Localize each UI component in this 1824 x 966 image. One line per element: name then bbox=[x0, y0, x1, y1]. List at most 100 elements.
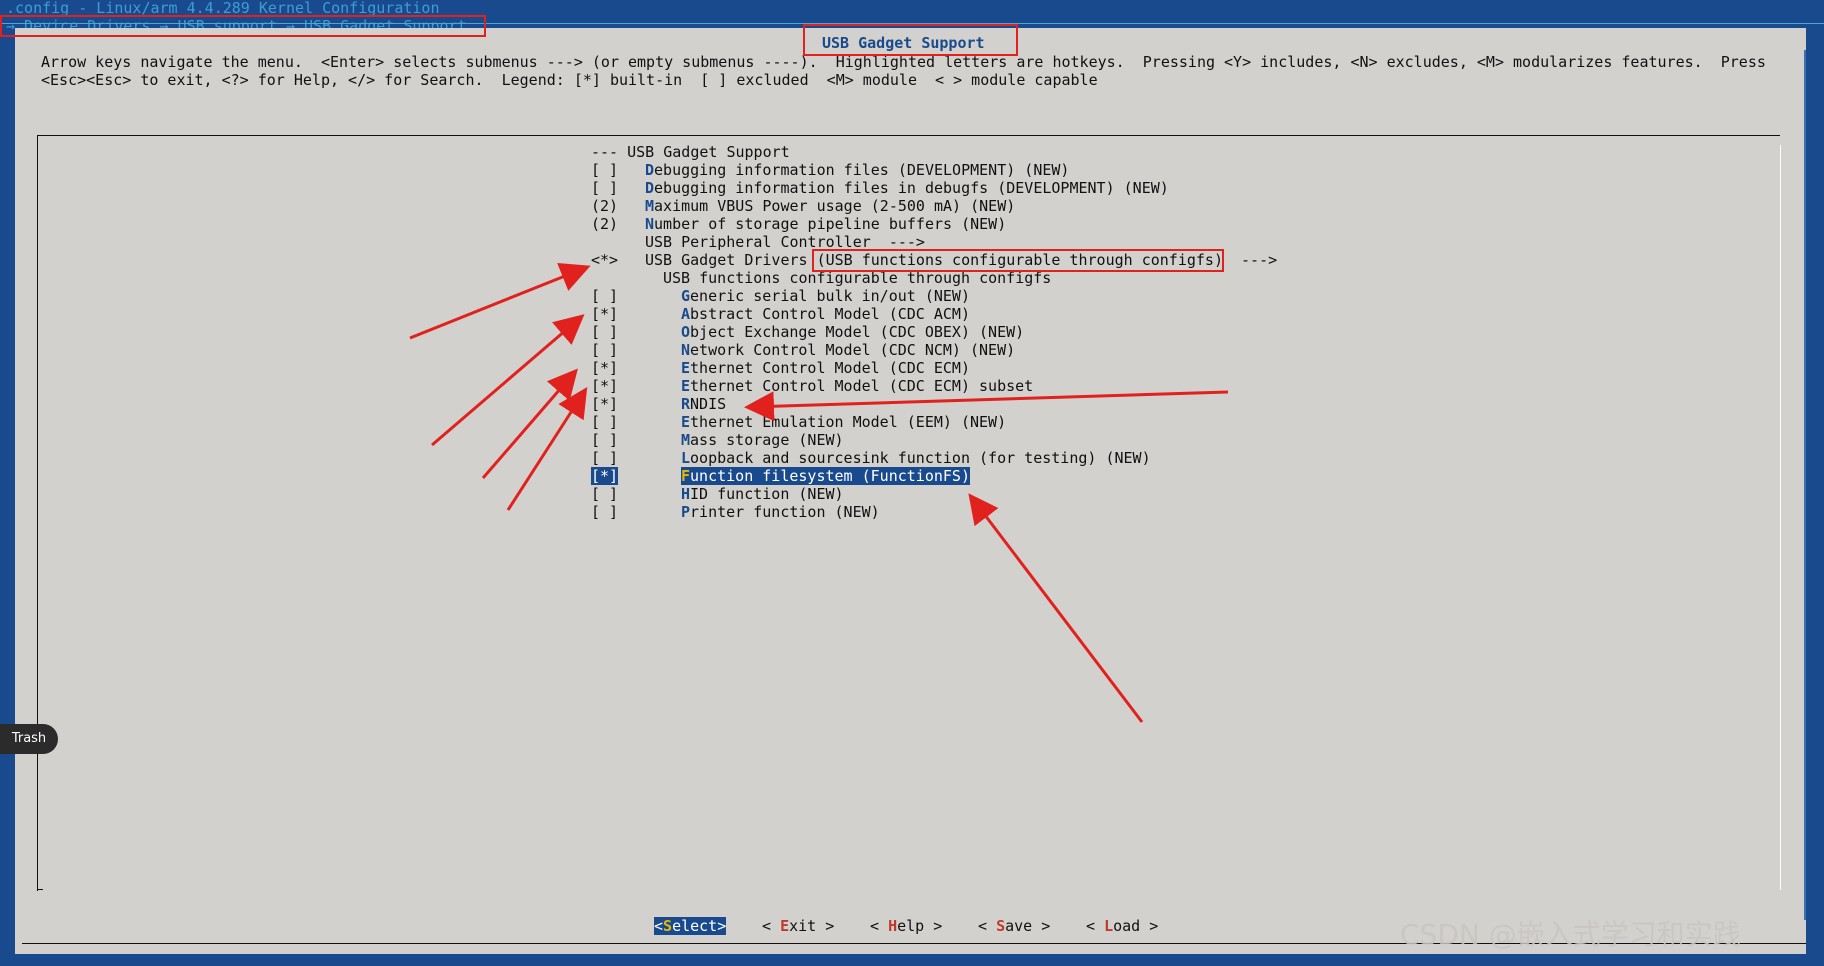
button-bracket: < bbox=[978, 917, 997, 935]
menu-item-state[interactable]: [*] bbox=[591, 467, 619, 485]
menu-item-state[interactable]: [*] bbox=[591, 305, 618, 323]
menu-item-label: thernet Control Model (CDC ECM) subset bbox=[690, 377, 1034, 395]
menu-item-label: umber of storage pipeline buffers (NEW) bbox=[654, 215, 1007, 233]
menu-item-label: thernet Control Model (CDC ECM) bbox=[690, 359, 970, 377]
button-label: ave > bbox=[1005, 917, 1051, 935]
menu-item-label: NDIS bbox=[690, 395, 727, 413]
window-edge bbox=[1806, 50, 1824, 966]
menu-item-hotkey: H bbox=[681, 485, 691, 503]
menu-item-label: ebugging information files (DEVELOPMENT)… bbox=[654, 161, 1070, 179]
menu-item-label: bject Exchange Model (CDC OBEX) (NEW) bbox=[690, 323, 1025, 341]
help-line-2: <Esc><Esc> to exit, <?> for Help, </> fo… bbox=[41, 71, 1098, 89]
help-text: Arrow keys navigate the menu. <Enter> se… bbox=[41, 53, 1766, 89]
button-bracket: < bbox=[762, 917, 781, 935]
menu-item-label: aximum VBUS Power usage (2-500 mA) (NEW) bbox=[654, 197, 1016, 215]
menu-item-hotkey: O bbox=[681, 323, 691, 341]
menu-item[interactable]: Abstract Control Model (CDC ACM) bbox=[681, 305, 970, 323]
menu-item[interactable]: RNDIS bbox=[681, 395, 726, 413]
button-hotkey: E bbox=[780, 917, 790, 935]
menu-item-hotkey: E bbox=[681, 359, 691, 377]
configfs-highlight bbox=[812, 249, 1224, 272]
trash-dock-item[interactable]: Trash bbox=[0, 724, 58, 754]
button-exit[interactable]: < Exit > bbox=[762, 917, 834, 935]
button-bracket: < bbox=[654, 917, 664, 935]
menu-item-hotkey: N bbox=[645, 215, 655, 233]
menu-box-corner bbox=[37, 889, 43, 890]
menu-item-state[interactable]: [ ] bbox=[591, 485, 618, 503]
menu-item-label: bstract Control Model (CDC ACM) bbox=[690, 305, 970, 323]
menu-item[interactable]: Debugging information files in debugfs (… bbox=[645, 179, 1169, 197]
panel-title-highlight bbox=[803, 24, 1018, 56]
menu-item-label: etwork Control Model (CDC NCM) (NEW) bbox=[690, 341, 1016, 359]
menu-item-label: ID function (NEW) bbox=[690, 485, 844, 503]
button-bracket: < bbox=[870, 917, 889, 935]
menu-item[interactable]: Loopback and sourcesink function (for te… bbox=[681, 449, 1151, 467]
menu-item-selected[interactable]: Function filesystem (FunctionFS) bbox=[681, 467, 970, 485]
menu-header: --- USB Gadget Support bbox=[591, 143, 790, 161]
menu-item-hotkey: D bbox=[645, 161, 655, 179]
menu-item-hotkey: M bbox=[645, 197, 655, 215]
button-select[interactable]: <Select> bbox=[654, 917, 727, 935]
menu-item-state[interactable]: [ ] bbox=[591, 503, 618, 521]
menu-item-hotkey: M bbox=[681, 431, 691, 449]
menu-item-hotkey: R bbox=[681, 395, 691, 413]
button-label: oad > bbox=[1113, 917, 1159, 935]
menu-item[interactable]: Ethernet Control Model (CDC ECM) subset bbox=[681, 377, 1033, 395]
menu-item-hotkey: G bbox=[681, 287, 691, 305]
button-hotkey: H bbox=[888, 917, 898, 935]
menu-item-state[interactable]: [*] bbox=[591, 395, 618, 413]
menu-item[interactable]: Printer function (NEW) bbox=[681, 503, 880, 521]
menu-item-state[interactable]: [ ] bbox=[591, 161, 618, 179]
button-save[interactable]: < Save > bbox=[978, 917, 1050, 935]
menu-item-state[interactable]: [ ] bbox=[591, 287, 618, 305]
menu-item[interactable]: Mass storage (NEW) bbox=[681, 431, 844, 449]
menu-item-state[interactable]: (2) bbox=[591, 197, 618, 215]
menu-item-state[interactable]: [ ] bbox=[591, 323, 618, 341]
menu-item-hotkey: E bbox=[681, 413, 691, 431]
button-label: elp > bbox=[897, 917, 943, 935]
menu-item-state[interactable]: (2) bbox=[591, 215, 618, 233]
menu-item-hotkey: F bbox=[681, 467, 691, 485]
menu-item-hotkey: A bbox=[681, 305, 691, 323]
menu-item-hotkey: E bbox=[681, 377, 691, 395]
button-hotkey: S bbox=[663, 917, 673, 935]
menu-item[interactable]: Object Exchange Model (CDC OBEX) (NEW) bbox=[681, 323, 1024, 341]
menu-item[interactable]: HID function (NEW) bbox=[681, 485, 844, 503]
menu-item-hotkey: P bbox=[681, 503, 691, 521]
watermark: CSDN @嵌入式学习和实践 bbox=[1400, 918, 1741, 951]
menu-item-label: ass storage (NEW) bbox=[690, 431, 844, 449]
menu-item-state[interactable]: [ ] bbox=[591, 413, 618, 431]
menu-item-hotkey: D bbox=[645, 179, 655, 197]
menu-item[interactable]: Ethernet Control Model (CDC ECM) bbox=[681, 359, 970, 377]
menu-item-state[interactable]: [ ] bbox=[591, 449, 618, 467]
breadcrumb-highlight bbox=[0, 15, 486, 37]
menu-item[interactable]: Generic serial bulk in/out (NEW) bbox=[681, 287, 970, 305]
menu-item-label: thernet Emulation Model (EEM) (NEW) bbox=[690, 413, 1007, 431]
button-label: xit > bbox=[789, 917, 835, 935]
menu-item-state[interactable]: [ ] bbox=[591, 431, 618, 449]
menu-item-hotkey: N bbox=[681, 341, 691, 359]
button-hotkey: S bbox=[996, 917, 1006, 935]
button-load[interactable]: < Load > bbox=[1086, 917, 1158, 935]
menu-item-state[interactable]: [*] bbox=[591, 377, 618, 395]
menu-item-state[interactable]: <*> bbox=[591, 251, 618, 269]
menu-item[interactable]: Maximum VBUS Power usage (2-500 mA) (NEW… bbox=[645, 197, 1015, 215]
menu-item[interactable]: Debugging information files (DEVELOPMENT… bbox=[645, 161, 1069, 179]
menu-item-hotkey: L bbox=[681, 449, 691, 467]
menu-item-state[interactable]: [*] bbox=[591, 359, 618, 377]
button-hotkey: L bbox=[1104, 917, 1114, 935]
menu-item-label: oopback and sourcesink function (for tes… bbox=[690, 449, 1151, 467]
scroll-edge bbox=[1804, 50, 1806, 920]
button-bracket: < bbox=[1086, 917, 1105, 935]
menu-item[interactable]: Number of storage pipeline buffers (NEW) bbox=[645, 215, 1006, 233]
menu-item[interactable]: Ethernet Emulation Model (EEM) (NEW) bbox=[681, 413, 1006, 431]
menu-item[interactable]: Network Control Model (CDC NCM) (NEW) bbox=[681, 341, 1015, 359]
menu-box-edge bbox=[1780, 145, 1781, 890]
menu-item-label: eneric serial bulk in/out (NEW) bbox=[690, 287, 970, 305]
button-label: elect> bbox=[672, 917, 727, 935]
button-help[interactable]: < Help > bbox=[870, 917, 942, 935]
menu-item-label: ebugging information files in debugfs (D… bbox=[654, 179, 1169, 197]
menu-item-label: unction filesystem (FunctionFS) bbox=[690, 467, 970, 485]
menu-item-state[interactable]: [ ] bbox=[591, 179, 618, 197]
menu-item-state[interactable]: [ ] bbox=[591, 341, 618, 359]
